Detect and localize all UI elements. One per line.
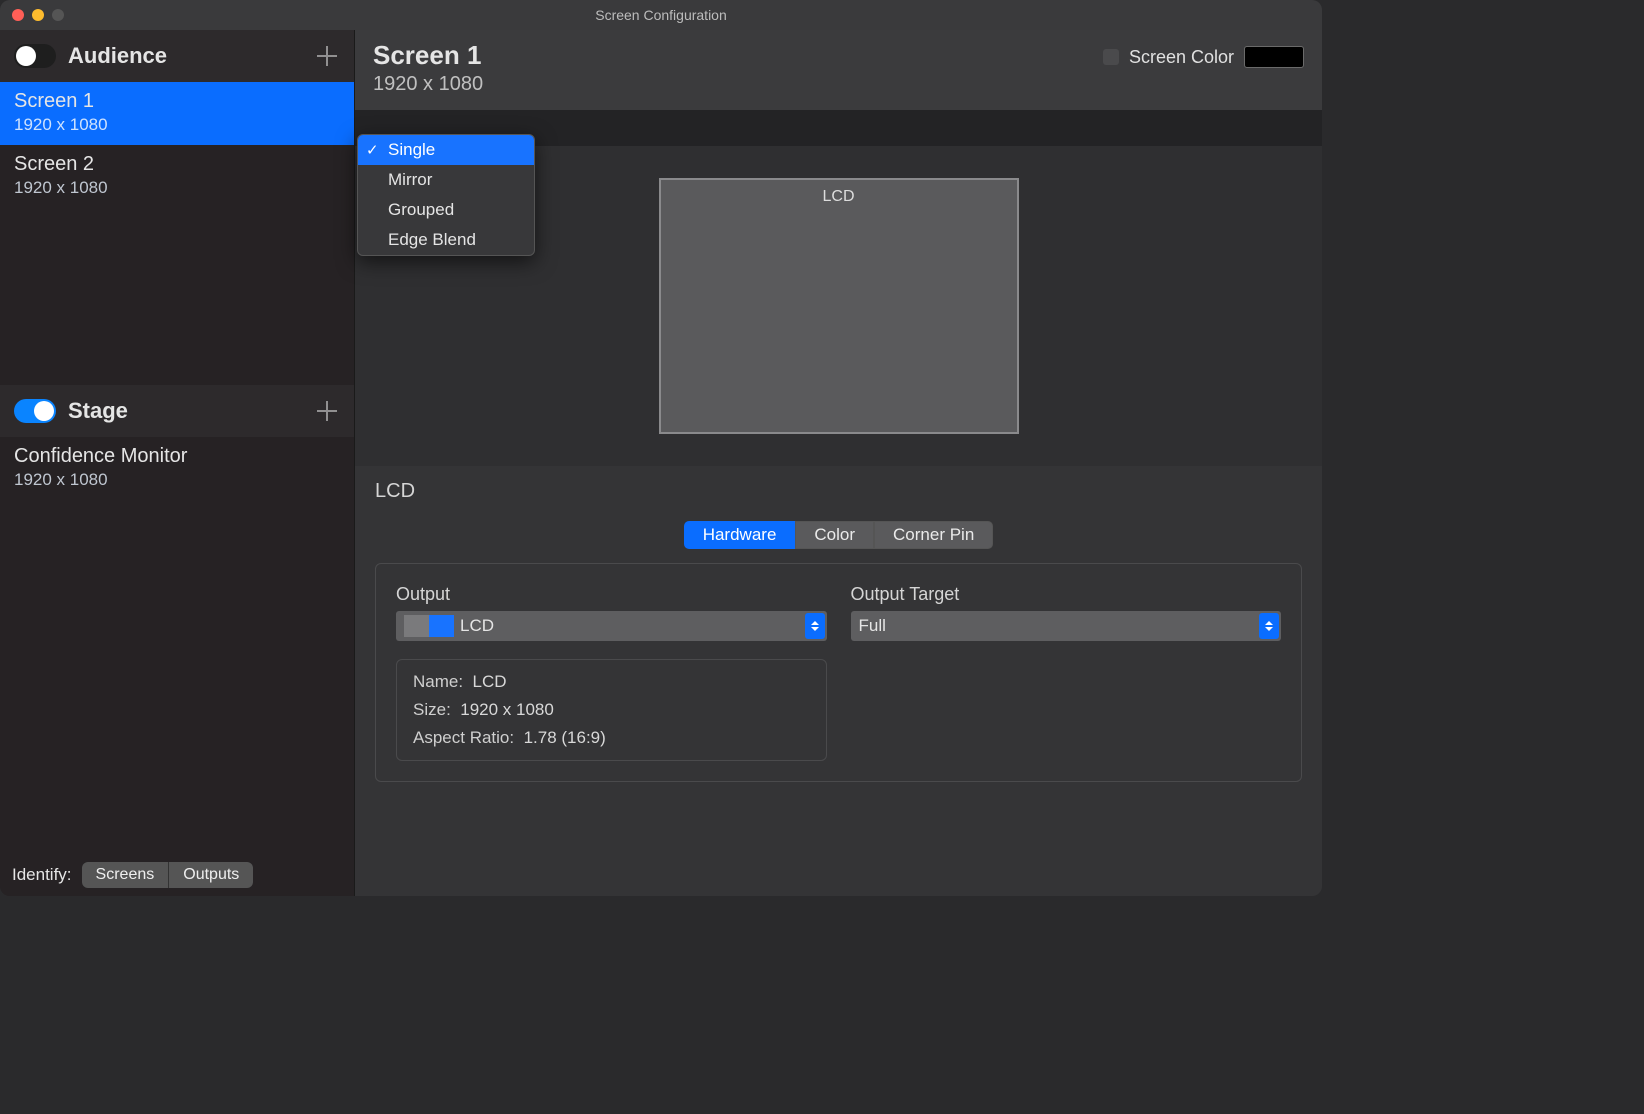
output-label: Output (396, 584, 827, 605)
screen-item-name: Confidence Monitor (14, 445, 340, 468)
identify-screens-button[interactable]: Screens (82, 862, 169, 888)
info-ar-label: Aspect Ratio: (413, 728, 514, 747)
screen-item-name: Screen 2 (14, 153, 340, 176)
properties-title: LCD (375, 480, 1302, 503)
stepper-icon[interactable] (1259, 613, 1279, 639)
tab-hardware[interactable]: Hardware (684, 521, 796, 549)
plus-icon[interactable] (314, 43, 340, 69)
screen-item-res: 1920 x 1080 (14, 115, 340, 135)
output-target-value: Full (859, 616, 886, 636)
main-panel: Screen 1 1920 x 1080 Screen Color Single… (355, 30, 1322, 896)
identify-label: Identify: (12, 865, 72, 885)
dropdown-item-grouped[interactable]: Grouped (358, 195, 534, 225)
sidebar: Audience Screen 1 1920 x 1080 Screen 2 1… (0, 30, 355, 896)
sidebar-item-screen[interactable]: Screen 1 1920 x 1080 (0, 82, 354, 145)
identify-segment[interactable]: Screens Outputs (82, 862, 254, 888)
properties-tabs: Hardware Color Corner Pin (375, 521, 1302, 549)
plus-icon[interactable] (314, 398, 340, 424)
output-rect-lcd[interactable]: LCD (659, 178, 1019, 434)
screen-item-name: Screen 1 (14, 90, 340, 113)
sidebar-item-screen[interactable]: Screen 2 1920 x 1080 (0, 145, 354, 208)
audience-label: Audience (68, 43, 302, 69)
page-title: Screen 1 (373, 40, 1103, 71)
output-rect-label: LCD (822, 188, 854, 432)
tab-cornerpin[interactable]: Corner Pin (874, 521, 993, 549)
window-title: Screen Configuration (0, 7, 1322, 23)
arrangement-dropdown[interactable]: Single Mirror Grouped Edge Blend (357, 134, 535, 256)
sidebar-item-screen[interactable]: Confidence Monitor 1920 x 1080 (0, 437, 354, 500)
output-select-value: LCD (460, 616, 494, 636)
dropdown-item-edgeblend[interactable]: Edge Blend (358, 225, 534, 255)
identify-bar: Identify: Screens Outputs (0, 854, 354, 896)
output-target-select[interactable]: Full (851, 611, 1282, 641)
screen-color-checkbox[interactable] (1103, 49, 1119, 65)
screen-color-swatch[interactable] (1244, 46, 1304, 68)
stage-label: Stage (68, 398, 302, 424)
info-ar-value: 1.78 (16:9) (524, 728, 606, 747)
page-resolution: 1920 x 1080 (373, 73, 1103, 96)
info-size-value: 1920 x 1080 (460, 700, 554, 719)
screen-item-res: 1920 x 1080 (14, 178, 340, 198)
screen-config-window: Screen Configuration Audience Screen 1 1… (0, 0, 1322, 896)
identify-outputs-button[interactable]: Outputs (168, 862, 253, 888)
dropdown-item-single[interactable]: Single (358, 135, 534, 165)
audience-section-header: Audience (0, 30, 354, 82)
properties-panel: LCD Hardware Color Corner Pin Output LCD (355, 466, 1322, 896)
output-target-label: Output Target (851, 584, 1282, 605)
info-name-label: Name: (413, 672, 463, 691)
stage-toggle[interactable] (14, 399, 56, 423)
stepper-icon[interactable] (805, 613, 825, 639)
stage-section-header: Stage (0, 385, 354, 437)
dropdown-item-mirror[interactable]: Mirror (358, 165, 534, 195)
titlebar: Screen Configuration (0, 0, 1322, 30)
output-select[interactable]: LCD (396, 611, 827, 641)
output-info-box: Name: LCD Size: 1920 x 1080 Aspect Ratio… (396, 659, 827, 761)
main-header: Screen 1 1920 x 1080 Screen Color (355, 30, 1322, 110)
info-name-value: LCD (473, 672, 507, 691)
screen-item-res: 1920 x 1080 (14, 470, 340, 490)
audience-toggle[interactable] (14, 44, 56, 68)
hardware-panel: Output LCD Output Target Full (375, 563, 1302, 782)
tab-color[interactable]: Color (795, 521, 874, 549)
screen-color-label: Screen Color (1129, 47, 1234, 68)
info-size-label: Size: (413, 700, 451, 719)
